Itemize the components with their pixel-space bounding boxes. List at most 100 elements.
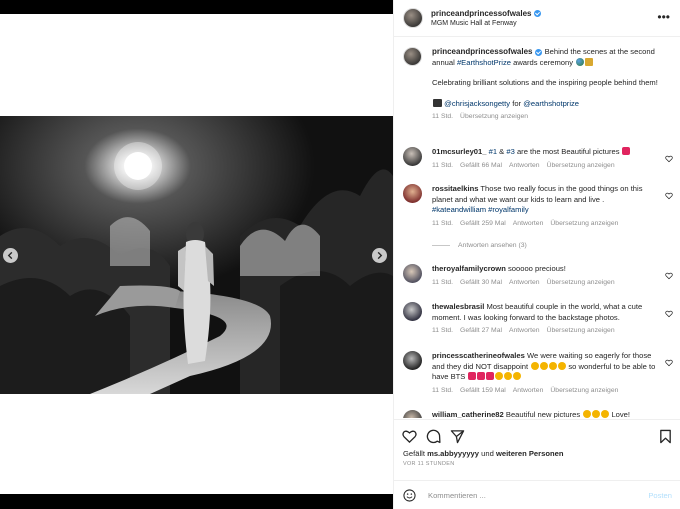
previous-photo-button[interactable] [3,248,18,263]
comment-meta: 11 Std. Gefällt 259 Mal Antworten Überse… [432,220,673,227]
author-avatar[interactable] [403,8,423,28]
crying-emoji-icon [494,372,503,381]
comments-list: princeandprincessofwales Behind the scen… [394,38,680,418]
comment-item: rossitaelkins Those two really focus in … [403,184,673,227]
comment-item: william_catherine82 Beautiful new pictur… [403,410,673,418]
replies-divider [432,245,450,246]
commenter-username[interactable]: william_catherine82 [432,410,504,418]
caption-username-text[interactable]: princeandprincessofwales [432,47,532,58]
comment-meta: 11 Std. Gefällt 66 Mal Antworten Überset… [432,162,673,169]
like-count[interactable]: Gefällt 30 Mal [460,279,502,286]
reply-button[interactable]: Antworten [509,327,540,334]
like-count[interactable]: Gefällt 27 Mal [460,327,502,334]
caption-line2: Celebrating brilliant solutions and the … [432,78,658,88]
commenter-avatar[interactable] [403,410,422,418]
timestamp[interactable]: 11 Std. [432,220,453,227]
comment-text-part: Love! [611,410,631,418]
heart-icon[interactable] [402,429,417,444]
like-heart-icon[interactable] [665,272,673,280]
hashtag-link[interactable]: #kateandwilliam #royalfamily [432,205,529,214]
photo-credit: @chrisjacksongetty for @earthshotprize [432,98,659,110]
hashtag-link[interactable]: #1 [489,147,497,156]
post-comment-button[interactable]: Posten [648,491,672,500]
trophy-emoji-icon [584,57,593,66]
caption-text: princeandprincessofwales Behind the scen… [432,47,659,109]
comment-text: 01mcsurley01_ #1 & #3 are the most Beaut… [432,147,659,158]
translate-link[interactable]: Übersetzung anzeigen [550,220,618,227]
comment-text-part: Beautiful new pictures [505,410,581,418]
like-heart-icon[interactable] [665,310,673,318]
comment-text: theroyalfamilycrown sooooo precious! [432,264,659,275]
more-options-icon[interactable]: ••• [657,10,670,24]
mention-link[interactable]: @earthshotprize [523,99,579,108]
comment-input[interactable]: Kommentieren ... [428,491,648,500]
commenter-username[interactable]: thewalesbrasil [432,302,484,311]
translate-link[interactable]: Übersetzung anzeigen [547,327,615,334]
translate-link[interactable]: Übersetzung anzeigen [460,113,528,120]
hashtag-link[interactable]: #3 [506,147,514,156]
hashtag-link[interactable]: #EarthshotPrize [457,58,511,67]
caption-text-part: awards ceremony [513,57,574,67]
commenter-avatar[interactable] [403,302,422,321]
commenter-avatar[interactable] [403,147,422,166]
share-icon[interactable] [450,429,465,444]
comment-item: 01mcsurley01_ #1 & #3 are the most Beaut… [403,147,673,169]
heart-eyes-emoji-icon [530,361,539,370]
timestamp[interactable]: 11 Std. [432,162,453,169]
next-photo-button[interactable] [372,248,387,263]
reply-button[interactable]: Antworten [509,162,540,169]
crying-emoji-icon [512,372,521,381]
translate-link[interactable]: Übersetzung anzeigen [550,387,618,394]
reply-button[interactable]: Antworten [509,279,540,286]
heart-eyes-emoji-icon [591,410,600,418]
comment-meta: 11 Std. Gefällt 30 Mal Antworten Überset… [432,279,673,286]
commenter-username[interactable]: theroyalfamilycrown [432,264,506,273]
comment-meta: 11 Std. Gefällt 159 Mal Antworten Überse… [432,387,673,394]
timestamp[interactable]: 11 Std. [432,327,453,334]
timestamp[interactable]: 11 Std. [432,279,453,286]
commenter-username[interactable]: rossitaelkins [432,184,478,193]
likes-summary: Gefällt ms.abbyyyyyy und weiteren Person… [394,446,680,458]
commenter-avatar[interactable] [403,264,422,283]
commenter-avatar[interactable] [403,351,422,370]
view-replies-label[interactable]: Antworten ansehen (3) [458,242,527,249]
translate-link[interactable]: Übersetzung anzeigen [547,162,615,169]
likes-others-link[interactable]: weiteren Personen [496,449,564,458]
commenter-username[interactable]: 01mcsurley01_ [432,147,486,156]
post-location[interactable]: MGM Music Hall at Fenway [431,20,541,27]
red-heart-emoji-icon [476,372,485,381]
reply-button[interactable]: Antworten [513,387,544,394]
comment-icon[interactable] [426,429,441,444]
reply-button[interactable]: Antworten [513,220,544,227]
emoji-smile-icon[interactable] [403,489,416,502]
post-media [0,0,393,509]
like-heart-icon[interactable] [665,359,673,367]
likes-user-link[interactable]: ms.abbyyyyyy [427,449,479,458]
caption-username[interactable]: princeandprincessofwales [432,47,543,58]
timestamp[interactable]: 11 Std. [432,113,453,120]
bookmark-icon[interactable] [658,429,673,444]
action-icons [394,420,680,446]
commenter-username[interactable]: princesscatherineofwales [432,351,525,360]
crying-emoji-icon [503,372,512,381]
caption-avatar[interactable] [403,47,422,66]
comment-item: theroyalfamilycrown sooooo precious! 11 … [403,264,673,286]
mention-link[interactable]: @chrisjacksongetty [444,99,510,108]
author-username-text[interactable]: princeandprincessofwales [431,9,531,18]
post-time-ago[interactable]: VOR 11 STUNDEN [394,458,680,467]
like-count[interactable]: Gefällt 159 Mal [460,387,506,394]
author-info: princeandprincessofwales MGM Music Hall … [431,9,542,27]
timestamp[interactable]: 11 Std. [432,387,453,394]
translate-link[interactable]: Übersetzung anzeigen [547,279,615,286]
post-photo [0,116,393,394]
globe-emoji-icon [575,57,584,66]
commenter-avatar[interactable] [403,184,422,203]
view-replies-button[interactable]: Antworten ansehen (3) [432,242,527,249]
like-count[interactable]: Gefällt 259 Mal [460,220,506,227]
comment-item: princesscatherineofwales We were waiting… [403,351,673,394]
heart-eyes-emoji-icon [600,410,609,418]
like-count[interactable]: Gefällt 66 Mal [460,162,502,169]
author-username[interactable]: princeandprincessofwales [431,9,542,18]
like-heart-icon[interactable] [665,192,673,200]
like-heart-icon[interactable] [665,155,673,163]
